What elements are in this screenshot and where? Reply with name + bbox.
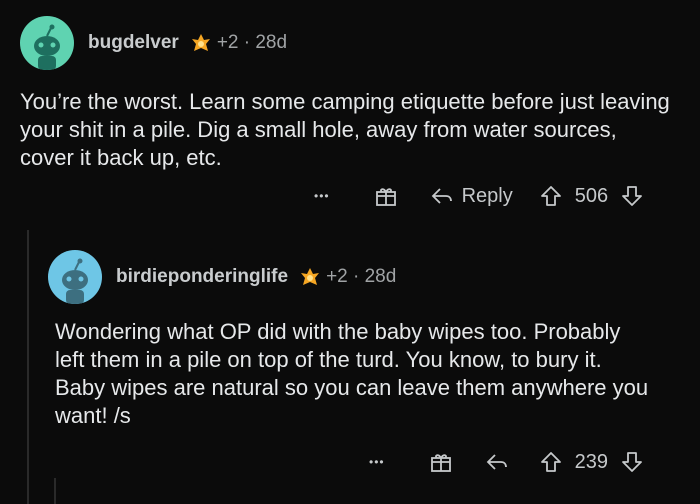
comment-bugdelver: bugdelver +2 · 28d You’re the worst. Lea…	[20, 16, 680, 172]
comment-header: birdieponderinglife +2 · 28d	[48, 250, 678, 304]
more-icon: •••	[314, 189, 330, 203]
reply-icon	[431, 188, 452, 204]
vote-score: 239	[574, 450, 608, 473]
gift-icon[interactable]	[374, 184, 398, 208]
comment-text: You’re the worst. Learn some camping eti…	[20, 89, 670, 170]
comment-text: Wondering what OP did with the baby wipe…	[55, 319, 649, 428]
comment-birdieponderinglife: birdieponderinglife +2 · 28d Wondering w…	[48, 250, 678, 430]
reply-button[interactable]: Reply	[430, 185, 513, 208]
comment-actions: ••• Reply 506	[314, 184, 644, 208]
comment-meta: +2 · 28d	[326, 266, 397, 287]
upvote-icon[interactable]	[539, 450, 563, 474]
comment-header: bugdelver +2 · 28d	[20, 16, 680, 70]
more-options-button[interactable]: •••	[369, 455, 385, 469]
downvote-icon[interactable]	[620, 184, 644, 208]
award-icon[interactable]	[298, 265, 322, 289]
username[interactable]: birdieponderinglife	[116, 266, 288, 288]
vote-score: 506	[574, 184, 609, 207]
reply-icon[interactable]	[485, 452, 509, 472]
more-options-button[interactable]: •••	[314, 189, 330, 203]
avatar[interactable]	[20, 16, 74, 70]
avatar[interactable]	[48, 250, 102, 304]
username[interactable]: bugdelver	[88, 32, 179, 54]
more-icon: •••	[369, 455, 385, 469]
reply-label: Reply	[461, 184, 513, 207]
downvote-icon[interactable]	[620, 450, 644, 474]
upvote-icon[interactable]	[539, 184, 563, 208]
comment-actions: ••• 239	[369, 450, 644, 474]
award-icon[interactable]	[189, 31, 213, 55]
thread-line-nested	[54, 478, 56, 504]
comment-meta: +2 · 28d	[216, 32, 288, 53]
gift-icon[interactable]	[429, 450, 453, 474]
thread-line	[27, 230, 29, 504]
